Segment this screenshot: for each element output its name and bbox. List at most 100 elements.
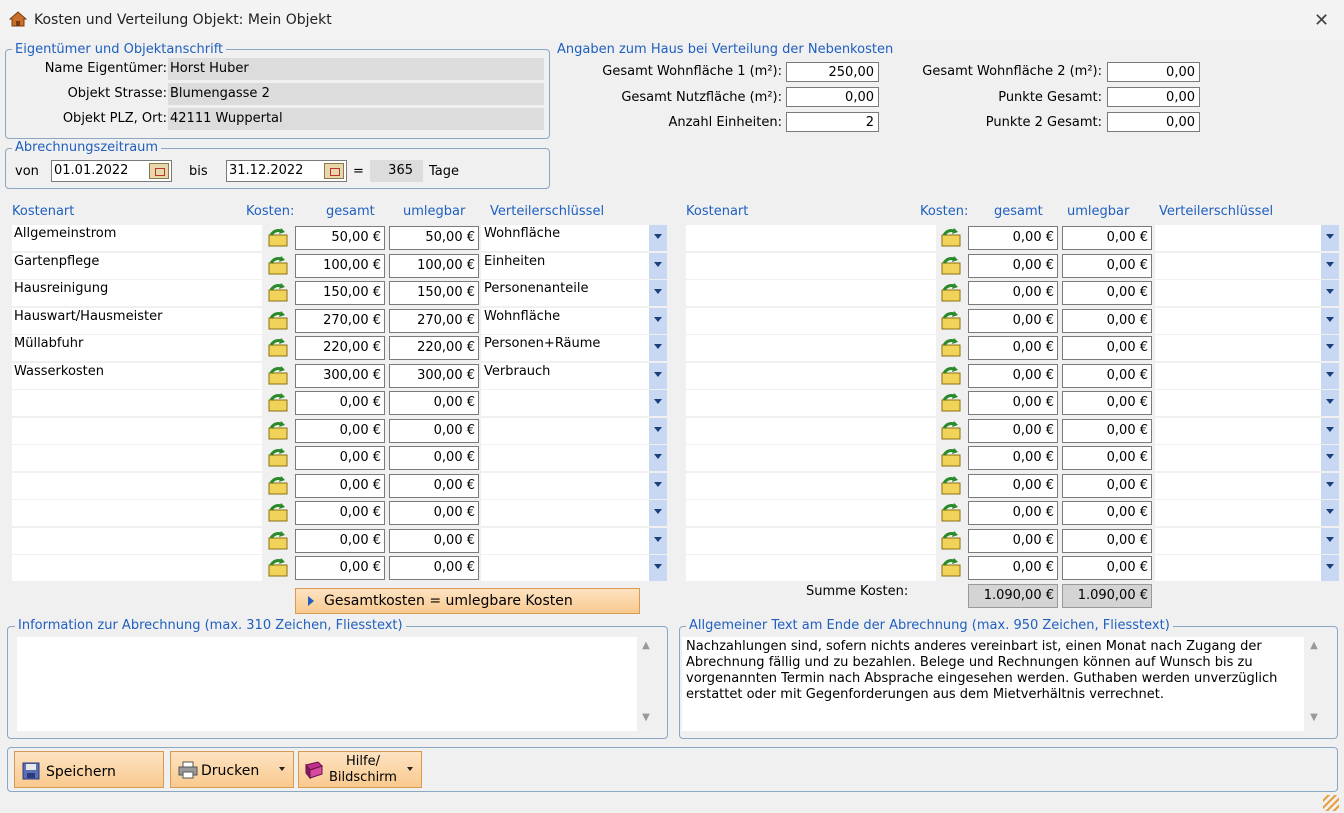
distribution-key-select[interactable] xyxy=(1155,473,1321,499)
cost-allocable-input[interactable]: 0,00 € xyxy=(1062,446,1152,470)
edit-costs-icon[interactable] xyxy=(940,557,962,579)
distribution-key-select[interactable]: Personenanteile xyxy=(481,280,649,306)
chevron-down-icon[interactable] xyxy=(649,445,667,471)
cost-type-name[interactable] xyxy=(686,528,936,554)
distribution-key-select[interactable] xyxy=(481,555,649,581)
chevron-down-icon[interactable] xyxy=(649,363,667,389)
scroll-down-icon[interactable]: ▼ xyxy=(638,712,654,723)
edit-costs-icon[interactable] xyxy=(940,475,962,497)
einheiten-input[interactable]: 2 xyxy=(786,112,879,132)
cost-allocable-input[interactable]: 0,00 € xyxy=(1062,529,1152,553)
distribution-key-select[interactable] xyxy=(1155,253,1321,279)
cost-total-input[interactable]: 0,00 € xyxy=(968,556,1058,580)
cost-total-input[interactable]: 0,00 € xyxy=(295,419,385,443)
chevron-down-icon[interactable] xyxy=(1321,555,1339,581)
cost-allocable-input[interactable]: 0,00 € xyxy=(389,501,479,525)
cost-total-input[interactable]: 0,00 € xyxy=(295,474,385,498)
cost-type-name[interactable] xyxy=(686,390,936,416)
cost-type-name[interactable] xyxy=(12,473,262,499)
edit-costs-icon[interactable] xyxy=(940,447,962,469)
cost-type-name[interactable]: Allgemeinstrom xyxy=(12,225,262,251)
chevron-down-icon[interactable] xyxy=(649,225,667,251)
chevron-down-icon[interactable] xyxy=(649,418,667,444)
cost-allocable-input[interactable]: 0,00 € xyxy=(1062,309,1152,333)
distribution-key-select[interactable]: Wohnfläche xyxy=(481,225,649,251)
distribution-key-select[interactable] xyxy=(481,390,649,416)
cost-allocable-input[interactable]: 270,00 € xyxy=(389,309,479,333)
dropdown-arrow-icon[interactable] xyxy=(279,767,285,771)
distribution-key-select[interactable] xyxy=(481,445,649,471)
distribution-key-select[interactable] xyxy=(1155,528,1321,554)
cost-type-name[interactable] xyxy=(12,445,262,471)
cost-allocable-input[interactable]: 0,00 € xyxy=(389,391,479,415)
distribution-key-select[interactable] xyxy=(1155,308,1321,334)
calendar-icon[interactable] xyxy=(149,163,169,179)
edit-costs-icon[interactable] xyxy=(267,557,289,579)
punkte-input[interactable]: 0,00 xyxy=(1107,87,1200,107)
distribution-key-select[interactable]: Personen+Räume xyxy=(481,335,649,361)
chevron-down-icon[interactable] xyxy=(649,473,667,499)
chevron-down-icon[interactable] xyxy=(1321,225,1339,251)
distribution-key-select[interactable] xyxy=(1155,225,1321,251)
edit-costs-icon[interactable] xyxy=(267,530,289,552)
cost-allocable-input[interactable]: 50,00 € xyxy=(389,226,479,250)
chevron-down-icon[interactable] xyxy=(649,390,667,416)
chevron-down-icon[interactable] xyxy=(1321,308,1339,334)
edit-costs-icon[interactable] xyxy=(940,365,962,387)
cost-total-input[interactable]: 0,00 € xyxy=(968,254,1058,278)
cost-type-name[interactable]: Gartenpflege xyxy=(12,253,262,279)
cost-total-input[interactable]: 270,00 € xyxy=(295,309,385,333)
cost-type-name[interactable] xyxy=(686,308,936,334)
edit-costs-icon[interactable] xyxy=(267,255,289,277)
cost-total-input[interactable]: 0,00 € xyxy=(968,501,1058,525)
cost-type-name[interactable] xyxy=(12,528,262,554)
distribution-key-select[interactable] xyxy=(481,418,649,444)
save-button[interactable]: Speichern xyxy=(14,751,164,788)
cost-type-name[interactable] xyxy=(686,555,936,581)
chevron-down-icon[interactable] xyxy=(1321,335,1339,361)
distribution-key-select[interactable]: Einheiten xyxy=(481,253,649,279)
cost-total-input[interactable]: 100,00 € xyxy=(295,254,385,278)
close-icon[interactable]: ✕ xyxy=(1314,10,1329,31)
cost-allocable-input[interactable]: 0,00 € xyxy=(389,446,479,470)
cost-allocable-input[interactable]: 0,00 € xyxy=(1062,281,1152,305)
cost-total-input[interactable]: 0,00 € xyxy=(968,364,1058,388)
cost-type-name[interactable] xyxy=(686,335,936,361)
cost-allocable-input[interactable]: 0,00 € xyxy=(389,474,479,498)
cost-type-name[interactable]: Wasserkosten xyxy=(12,363,262,389)
cost-type-name[interactable] xyxy=(686,363,936,389)
cost-type-name[interactable] xyxy=(686,225,936,251)
cost-total-input[interactable]: 0,00 € xyxy=(295,556,385,580)
info-textarea[interactable] xyxy=(17,637,637,731)
distribution-key-select[interactable]: Wohnfläche xyxy=(481,308,649,334)
wohn1-input[interactable]: 250,00 xyxy=(786,62,879,82)
edit-costs-icon[interactable] xyxy=(267,475,289,497)
cost-total-input[interactable]: 0,00 € xyxy=(968,529,1058,553)
cost-allocable-input[interactable]: 100,00 € xyxy=(389,254,479,278)
cost-allocable-input[interactable]: 0,00 € xyxy=(1062,336,1152,360)
chevron-down-icon[interactable] xyxy=(649,335,667,361)
chevron-down-icon[interactable] xyxy=(649,308,667,334)
chevron-down-icon[interactable] xyxy=(1321,253,1339,279)
cost-allocable-input[interactable]: 0,00 € xyxy=(1062,254,1152,278)
cost-total-input[interactable]: 50,00 € xyxy=(295,226,385,250)
cost-total-input[interactable]: 0,00 € xyxy=(968,226,1058,250)
cost-type-name[interactable]: Hausreinigung xyxy=(12,280,262,306)
cost-total-input[interactable]: 0,00 € xyxy=(295,391,385,415)
chevron-down-icon[interactable] xyxy=(1321,280,1339,306)
edit-costs-icon[interactable] xyxy=(267,447,289,469)
cost-total-input[interactable]: 0,00 € xyxy=(295,446,385,470)
distribution-key-select[interactable] xyxy=(1155,363,1321,389)
edit-costs-icon[interactable] xyxy=(940,337,962,359)
chevron-down-icon[interactable] xyxy=(649,253,667,279)
cost-allocable-input[interactable]: 220,00 € xyxy=(389,336,479,360)
cost-total-input[interactable]: 0,00 € xyxy=(295,529,385,553)
edit-costs-icon[interactable] xyxy=(940,282,962,304)
distribution-key-select[interactable] xyxy=(1155,335,1321,361)
nutz-input[interactable]: 0,00 xyxy=(786,87,879,107)
distribution-key-select[interactable]: Verbrauch xyxy=(481,363,649,389)
distribution-key-select[interactable] xyxy=(481,528,649,554)
cost-total-input[interactable]: 0,00 € xyxy=(295,501,385,525)
bis-date-input[interactable]: 31.12.2022 xyxy=(226,160,347,182)
cost-allocable-input[interactable]: 0,00 € xyxy=(389,556,479,580)
